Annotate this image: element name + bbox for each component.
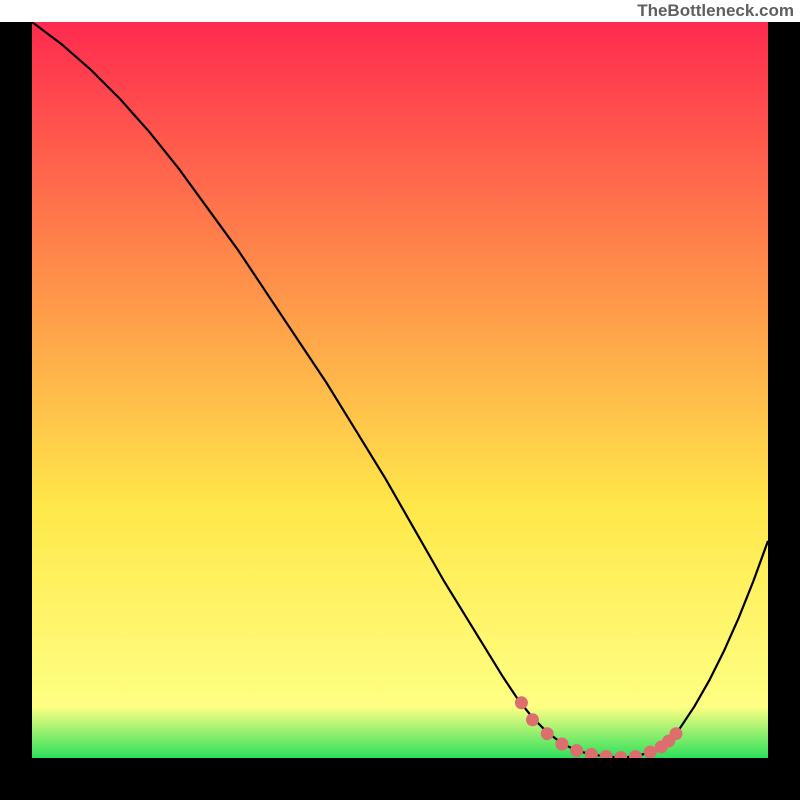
plot-area — [32, 22, 768, 758]
marker-point — [515, 696, 528, 709]
chart-frame: TheBottleneck.com — [0, 0, 800, 800]
marker-point — [541, 727, 554, 740]
marker-point — [555, 738, 568, 751]
marker-point — [526, 713, 539, 726]
chart-svg — [32, 22, 768, 758]
marker-point — [570, 744, 583, 757]
attribution-text: TheBottleneck.com — [0, 0, 800, 22]
gradient-background — [32, 22, 768, 758]
marker-point — [644, 746, 657, 758]
marker-point — [670, 727, 683, 740]
